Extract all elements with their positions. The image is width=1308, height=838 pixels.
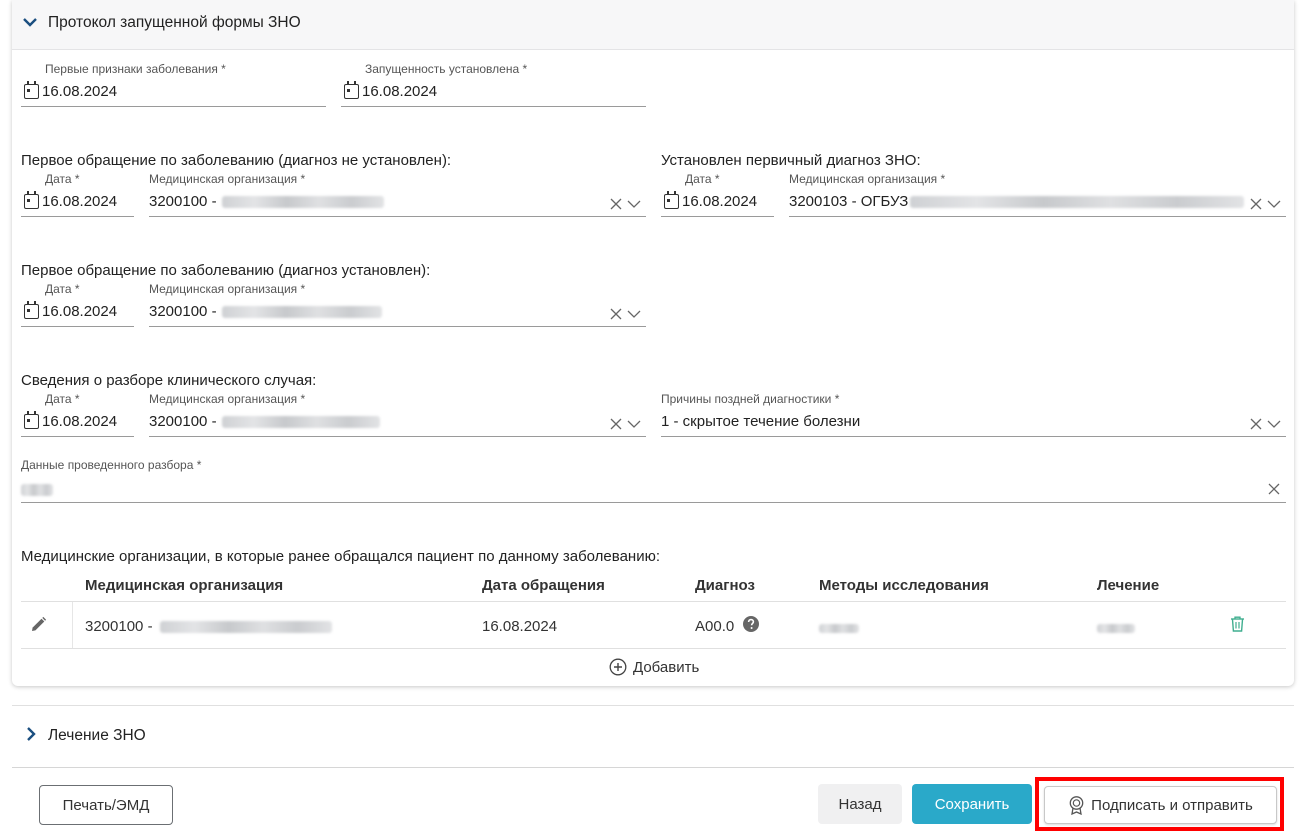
clear-icon[interactable]: [610, 418, 622, 430]
review-data-label: Данные проведенного разбора *: [21, 458, 202, 472]
first-visit-dx-date-input[interactable]: 16.08.2024: [42, 303, 117, 320]
review-data-input[interactable]: [21, 484, 53, 496]
dropdown-icon[interactable]: [627, 199, 641, 209]
chevron-right-icon[interactable]: [24, 727, 38, 741]
section-title-treatment: Лечение ЗНО: [48, 727, 146, 744]
calendar-icon[interactable]: [664, 191, 679, 209]
column-header-date: Дата обращения: [482, 577, 605, 594]
dropdown-icon[interactable]: [1267, 419, 1281, 429]
first-visit-no-dx-date-label: Дата *: [45, 172, 80, 186]
late-reasons-underline: [661, 436, 1286, 437]
clear-icon[interactable]: [1250, 198, 1262, 210]
redacted-org-name: [222, 196, 384, 208]
primary-dx-date-label: Дата *: [685, 172, 720, 186]
redacted-org-name: [222, 306, 382, 318]
section-title-protocol: Протокол запущенной формы ЗНО: [48, 14, 301, 31]
redacted-treatment: [1097, 624, 1135, 633]
clear-icon[interactable]: [1268, 483, 1280, 495]
sign-and-send-label: Подписать и отправить: [1091, 796, 1253, 814]
primary-dx-title: Установлен первичный диагноз ЗНО:: [661, 152, 921, 169]
first-visit-no-dx-date-underline: [21, 216, 134, 217]
column-header-methods: Методы исследования: [819, 577, 989, 594]
first-visit-no-dx-org-select[interactable]: 3200100 -: [149, 193, 217, 210]
trash-icon[interactable]: [1230, 616, 1245, 632]
neglect-set-label: Запущенность установлена *: [365, 62, 528, 76]
clear-icon[interactable]: [1250, 418, 1262, 430]
orgs-table-title: Медицинские организации, в которые ранее…: [21, 548, 660, 565]
clear-icon[interactable]: [610, 308, 622, 320]
redacted-org-name: [222, 416, 380, 428]
dropdown-icon[interactable]: [1267, 199, 1281, 209]
column-header-treatment: Лечение: [1097, 577, 1160, 594]
neglect-set-underline: [341, 106, 646, 107]
redacted-org-name: [160, 621, 332, 633]
signature-icon: [1069, 795, 1084, 815]
sign-and-send-button[interactable]: Подписать и отправить: [1044, 786, 1277, 824]
first-visit-no-dx-org-underline: [149, 216, 646, 217]
late-reasons-select[interactable]: 1 - скрытое течение болезни: [661, 413, 860, 430]
case-review-date-underline: [21, 436, 134, 437]
calendar-icon[interactable]: [344, 81, 359, 99]
save-button[interactable]: Сохранить: [912, 784, 1032, 824]
first-visit-no-dx-org-label: Медицинская организация *: [149, 172, 306, 186]
first-visit-dx-title: Первое обращение по заболеванию (диагноз…: [21, 262, 431, 279]
first-visit-no-dx-date-input[interactable]: 16.08.2024: [42, 193, 117, 210]
row-org: 3200100 -: [85, 618, 153, 635]
row-diagnosis: A00.0: [695, 618, 735, 635]
first-signs-date-input[interactable]: 16.08.2024: [42, 83, 117, 100]
add-org-button[interactable]: Добавить: [609, 656, 699, 678]
first-signs-underline: [21, 106, 326, 107]
column-header-org: Медицинская организация: [85, 577, 284, 594]
redacted-org-name: [910, 196, 1244, 208]
case-review-date-label: Дата *: [45, 392, 80, 406]
case-review-org-select[interactable]: 3200100 -: [149, 413, 217, 430]
case-review-org-underline: [149, 436, 646, 437]
calendar-icon[interactable]: [24, 411, 39, 429]
table-column-divider: [72, 602, 73, 648]
footer-divider: [12, 767, 1294, 768]
section-divider: [12, 705, 1294, 706]
primary-dx-org-select[interactable]: 3200103 - ОГБУЗ: [789, 193, 908, 210]
first-visit-no-dx-title: Первое обращение по заболеванию (диагноз…: [21, 152, 452, 169]
first-visit-dx-date-label: Дата *: [45, 282, 80, 296]
clear-icon[interactable]: [610, 198, 622, 210]
primary-dx-date-underline: [661, 216, 774, 217]
table-row-divider: [21, 648, 1286, 649]
add-org-label: Добавить: [633, 658, 700, 676]
late-reasons-label: Причины поздней диагностики *: [661, 392, 840, 406]
primary-dx-org-label: Медицинская организация *: [789, 172, 946, 186]
first-signs-label: Первые признаки заболевания *: [45, 62, 226, 76]
calendar-icon[interactable]: [24, 301, 39, 319]
print-emd-button[interactable]: Печать/ЭМД: [39, 785, 173, 825]
calendar-icon[interactable]: [24, 191, 39, 209]
calendar-icon[interactable]: [24, 81, 39, 99]
table-header-divider: [21, 601, 1286, 602]
primary-dx-org-underline: [789, 216, 1286, 217]
primary-dx-date-input[interactable]: 16.08.2024: [682, 193, 757, 210]
edit-icon[interactable]: [30, 616, 47, 633]
back-button[interactable]: Назад: [818, 784, 902, 824]
case-review-title: Сведения о разборе клинического случая:: [21, 372, 317, 389]
first-visit-dx-date-underline: [21, 326, 134, 327]
section-header-protocol[interactable]: Протокол запущенной формы ЗНО: [12, 0, 1294, 50]
section-header-treatment[interactable]: Лечение ЗНО: [12, 714, 1294, 758]
redacted-methods: [819, 624, 859, 633]
dropdown-icon[interactable]: [627, 309, 641, 319]
chevron-down-icon[interactable]: [23, 15, 37, 29]
dropdown-icon[interactable]: [627, 419, 641, 429]
first-visit-dx-org-underline: [149, 326, 646, 327]
column-header-diagnosis: Диагноз: [695, 577, 755, 594]
first-visit-dx-org-select[interactable]: 3200100 -: [149, 303, 217, 320]
case-review-date-input[interactable]: 16.08.2024: [42, 413, 117, 430]
first-visit-dx-org-label: Медицинская организация *: [149, 282, 306, 296]
row-date: 16.08.2024: [482, 618, 558, 635]
case-review-org-label: Медицинская организация *: [149, 392, 306, 406]
plus-circle-icon: [609, 658, 627, 676]
review-data-underline: [21, 502, 1286, 503]
neglect-set-date-input[interactable]: 16.08.2024: [362, 83, 437, 100]
help-icon[interactable]: [743, 616, 759, 632]
